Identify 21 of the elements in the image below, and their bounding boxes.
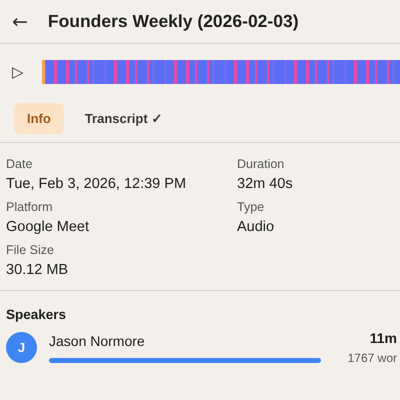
field-label: Platform <box>6 200 53 214</box>
word-count: 1767 wor <box>348 351 397 365</box>
play-button[interactable]: ▷ <box>12 62 24 80</box>
page-title: Founders Weekly (2026-02-03) <box>48 11 299 32</box>
tab[interactable]: Transcript ✓ <box>72 103 176 134</box>
waveform-drawing[interactable] <box>42 60 400 84</box>
back-button[interactable]: ← <box>12 10 28 32</box>
speaker-duration: 11m <box>370 330 397 346</box>
field-value: Tue, Feb 3, 2026, 12:39 PM <box>6 176 186 192</box>
tab[interactable]: Info <box>14 103 64 134</box>
speaker-name: Jason Normore <box>49 332 145 348</box>
field-value: Audio <box>237 219 274 235</box>
field-label: File Size <box>6 243 54 257</box>
field-value: Google Meet <box>6 219 90 235</box>
field-value: 30.12 MB <box>6 262 68 278</box>
speaker-avatar: J <box>6 332 37 363</box>
field-label: Duration <box>237 157 284 171</box>
section-title: Speakers <box>6 307 66 322</box>
field-label: Date <box>6 157 32 171</box>
field-value: 32m 40s <box>237 176 293 192</box>
field-label: Type <box>237 200 264 214</box>
